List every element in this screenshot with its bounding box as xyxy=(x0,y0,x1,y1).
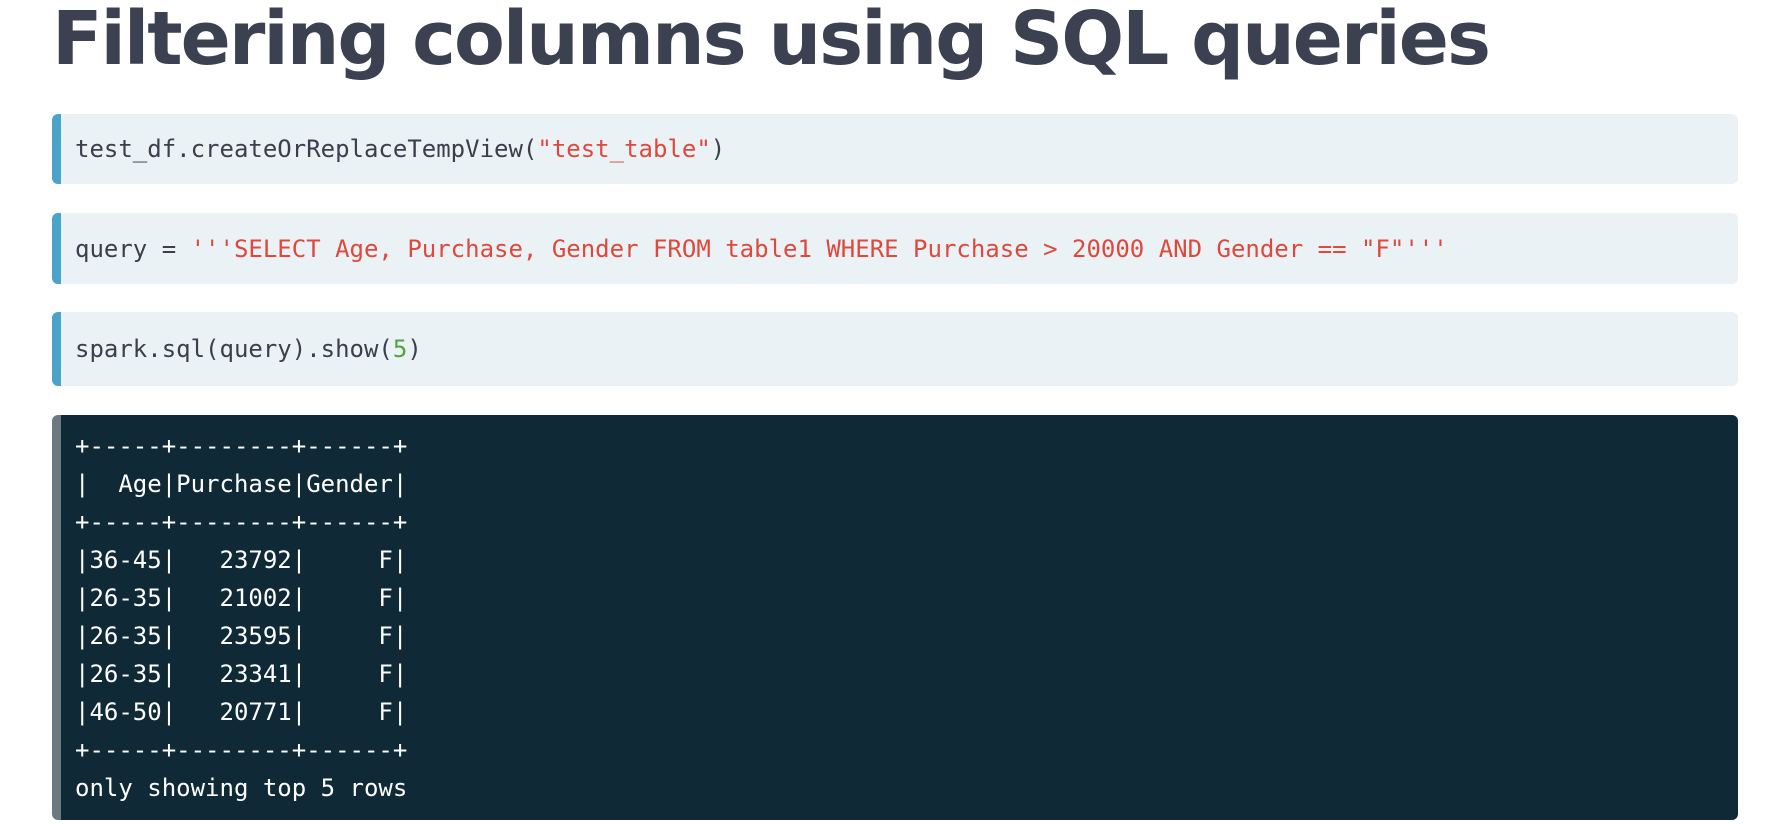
output-table-row: |26-35| 23341| F| xyxy=(75,660,408,688)
output-cell: +-----+--------+------+ | Age|Purchase|G… xyxy=(52,415,1738,820)
code-token: spark.sql(query).show( xyxy=(75,335,393,363)
code-token: ) xyxy=(710,135,726,163)
output-table-row: |26-35| 23595| F| xyxy=(75,622,408,650)
code-cell-create-temp-view[interactable]: test_df.createOrReplaceTempView("test_ta… xyxy=(52,114,1738,184)
output-footer-note: only showing top 5 rows xyxy=(75,774,408,802)
output-table-header: | Age|Purchase|Gender| xyxy=(75,470,408,498)
code-cell-show-results[interactable]: spark.sql(query).show(5) xyxy=(52,312,1738,386)
output-table-row: |26-35| 21002| F| xyxy=(75,584,408,612)
output-table-border: +-----+--------+------+ xyxy=(75,508,408,536)
code-token: ) xyxy=(407,335,422,363)
code-string-literal: '''SELECT Age, Purchase, Gender FROM tab… xyxy=(190,234,1448,263)
code-token: query = xyxy=(75,234,191,263)
code-cell-query-definition[interactable]: query = '''SELECT Age, Purchase, Gender … xyxy=(52,213,1738,284)
page-title: Filtering columns using SQL queries xyxy=(52,0,1491,82)
code-number-literal: 5 xyxy=(392,335,408,363)
code-string-literal: "test_table" xyxy=(537,135,711,163)
output-table-row: |46-50| 20771| F| xyxy=(75,698,408,726)
output-table-row: |36-45| 23792| F| xyxy=(75,546,408,574)
output-table-border: +-----+--------+------+ xyxy=(75,432,408,460)
code-token: test_df.createOrReplaceTempView( xyxy=(75,135,538,163)
output-table-border: +-----+--------+------+ xyxy=(75,736,408,764)
